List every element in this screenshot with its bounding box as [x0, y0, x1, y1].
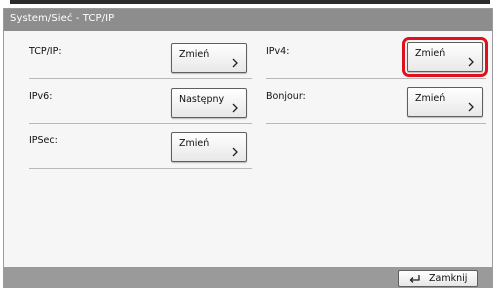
ipsec-label: IPSec:: [29, 135, 58, 146]
ipsec-change-button-label: Zmień: [179, 138, 210, 149]
separator: [266, 78, 486, 79]
separator: [29, 78, 252, 79]
ipsec-change-button[interactable]: Zmień: [171, 132, 247, 162]
ipv4-label: IPv4:: [266, 46, 290, 57]
ipv6-label: IPv6:: [29, 91, 53, 102]
chevron-right-icon: [468, 102, 474, 112]
settings-content: TCP/IP: Zmień IPv4: Zmień IPv6: Następny…: [4, 31, 492, 267]
tcpip-label: TCP/IP:: [29, 46, 62, 57]
separator: [29, 123, 252, 124]
close-button[interactable]: Zamknij: [398, 270, 478, 287]
chevron-right-icon: [468, 57, 474, 67]
bonjour-change-button-label: Zmień: [415, 93, 446, 104]
bonjour-change-button[interactable]: Zmień: [407, 87, 483, 117]
ipv4-change-button[interactable]: Zmień: [407, 42, 483, 72]
ipv6-next-button[interactable]: Następny: [171, 88, 247, 118]
settings-window: System/Sieć - TCP/IP TCP/IP: Zmień IPv4:…: [3, 8, 493, 288]
enter-return-icon: [409, 275, 420, 283]
chevron-right-icon: [232, 147, 238, 157]
ipv6-next-button-label: Następny: [179, 94, 225, 105]
chevron-right-icon: [232, 103, 238, 113]
separator: [266, 123, 486, 124]
close-button-label: Zamknij: [429, 273, 468, 284]
title-bar: System/Sieć - TCP/IP: [4, 9, 492, 31]
window-title: System/Sieć - TCP/IP: [10, 13, 115, 24]
top-strip: [0, 0, 498, 4]
top-strip-dark: [10, 0, 490, 4]
bonjour-label: Bonjour:: [266, 91, 306, 102]
tcpip-change-button-label: Zmień: [179, 49, 210, 60]
ipv4-change-button-label: Zmień: [415, 48, 446, 59]
chevron-right-icon: [232, 58, 238, 68]
tcpip-change-button[interactable]: Zmień: [171, 43, 247, 73]
separator: [29, 168, 252, 169]
